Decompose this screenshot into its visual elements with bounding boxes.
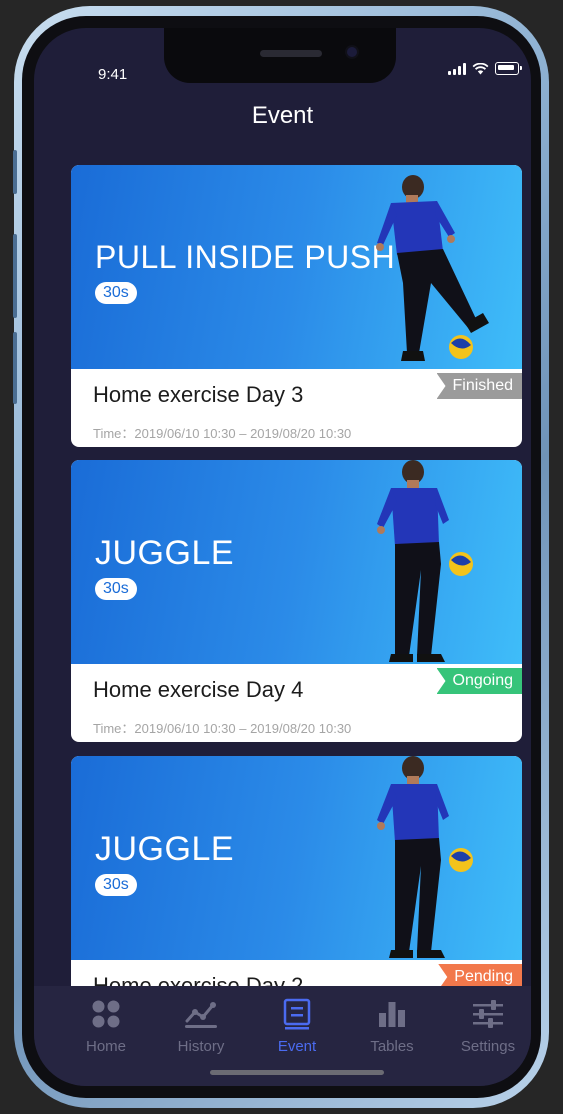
- tab-tables[interactable]: Tables: [347, 986, 437, 1055]
- tab-label: Home: [85, 1038, 126, 1055]
- history-chart-icon: [184, 994, 218, 1034]
- tab-home[interactable]: Home: [61, 986, 151, 1055]
- duration-badge: 30s: [95, 874, 137, 896]
- page-title: Event: [251, 102, 314, 129]
- speaker-grille: [260, 50, 322, 57]
- exercise-name: JUGGLE: [95, 534, 235, 572]
- exercise-name: JUGGLE: [95, 830, 235, 868]
- wifi-icon: [472, 62, 489, 74]
- tables-bar-icon: [377, 994, 407, 1034]
- home-icon: [91, 994, 121, 1034]
- status-icons: [448, 62, 522, 75]
- phone-side-button: [13, 150, 17, 194]
- battery-icon: [495, 62, 522, 75]
- event-time-range: Time：2019/06/10 10:30 – 2019/08/20 10:30: [93, 426, 352, 441]
- event-title: Home exercise Day 4: [93, 677, 304, 702]
- event-list-icon: [283, 994, 311, 1034]
- phone-side-button: [13, 234, 17, 318]
- tab-label: History: [177, 1038, 225, 1055]
- tab-event[interactable]: Event: [252, 986, 342, 1055]
- exercise-banner: PULL INSIDE PUSH 30s: [71, 165, 522, 369]
- player-image: [351, 460, 481, 664]
- exercise-banner: JUGGLE 30s: [71, 756, 522, 960]
- event-card[interactable]: JUGGLE 30s Home exercise Day 4 Time：2019…: [71, 460, 522, 742]
- notch: [164, 28, 396, 83]
- player-image: [347, 173, 507, 369]
- status-tag-finished: Finished: [436, 373, 522, 399]
- app-screen: 9:41 Event PULL INSIDE PUSH 30s Home exe…: [34, 28, 531, 1086]
- tab-label: Event: [277, 1038, 317, 1055]
- event-title: Home exercise Day 3: [93, 382, 304, 407]
- status-time: 9:41: [98, 66, 128, 83]
- tab-settings[interactable]: Settings: [443, 986, 531, 1055]
- player-image: [351, 756, 481, 960]
- home-indicator[interactable]: [210, 1070, 384, 1075]
- tab-label: Tables: [370, 1038, 414, 1055]
- phone-side-button: [13, 332, 17, 404]
- tab-label: Settings: [460, 1038, 516, 1055]
- front-camera: [347, 47, 357, 57]
- duration-badge: 30s: [95, 282, 137, 304]
- cellular-signal-icon: [448, 62, 466, 75]
- exercise-banner: JUGGLE 30s: [71, 460, 522, 664]
- settings-sliders-icon: [472, 994, 504, 1034]
- event-card[interactable]: PULL INSIDE PUSH 30s Home exercise Day 3…: [71, 165, 522, 447]
- event-time-range: Time：2019/06/10 10:30 – 2019/08/20 10:30: [93, 721, 352, 736]
- duration-badge: 30s: [95, 578, 137, 600]
- tab-history[interactable]: History: [156, 986, 246, 1055]
- status-tag-ongoing: Ongoing: [436, 668, 522, 694]
